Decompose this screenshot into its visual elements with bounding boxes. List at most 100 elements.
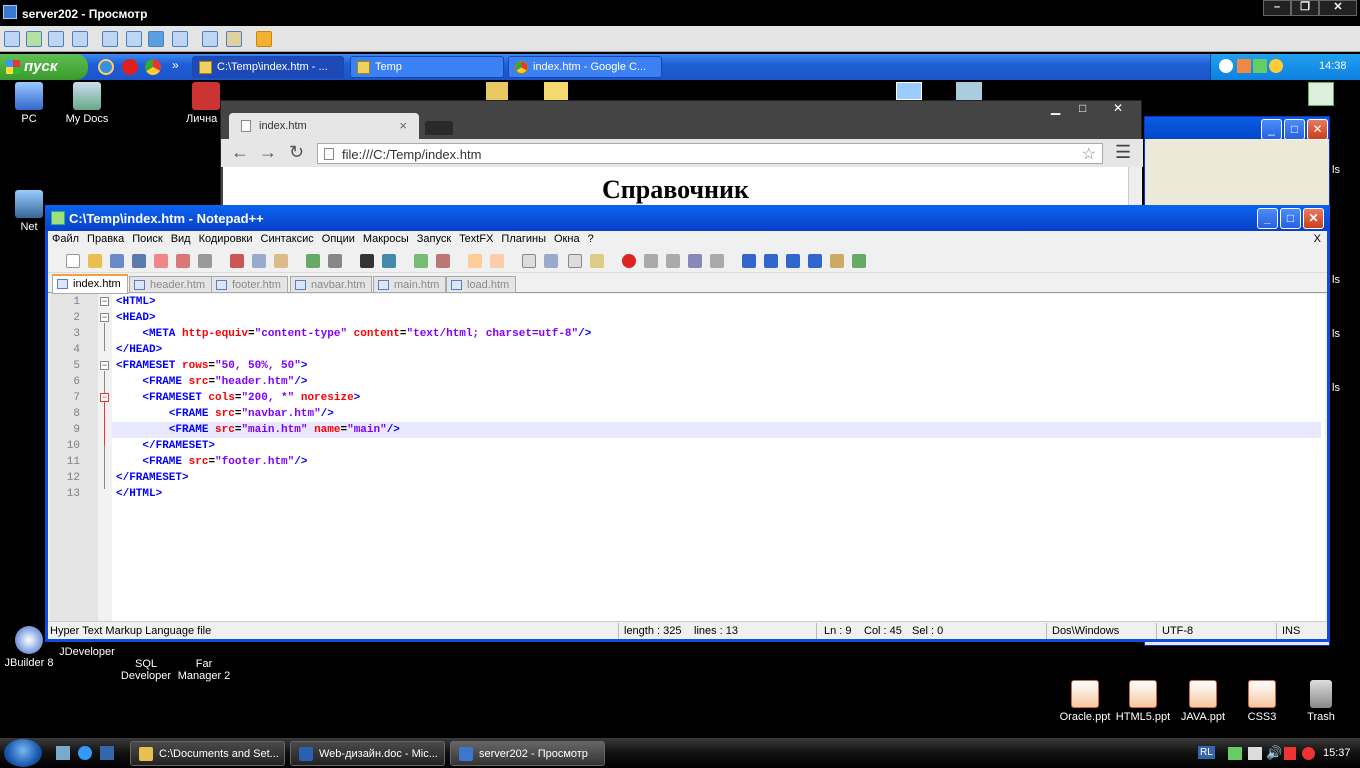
user-lang-icon[interactable]	[590, 254, 604, 268]
menu-options[interactable]: Опции	[318, 231, 359, 245]
menu-search[interactable]: Поиск	[128, 231, 166, 245]
code-editor[interactable]: 1 2 3 4 5 6 7 8 9 10 11 12 13 − − − − <HTML> <HEAD> <…	[50, 294, 1325, 621]
viewer-restore-button[interactable]: ❐	[1291, 0, 1319, 16]
tray-arrow-icon[interactable]	[1219, 59, 1233, 73]
replace-icon[interactable]	[382, 254, 396, 268]
new-folder-icon[interactable]	[544, 82, 568, 100]
menu-encoding[interactable]: Кодировки	[195, 231, 257, 245]
code-line[interactable]: <FRAMESET rows="50, 50%, 50">	[116, 358, 307, 374]
menu-plugins[interactable]: Плагины	[497, 231, 550, 245]
fullscreen-icon[interactable]	[148, 31, 164, 47]
host-task-viewer[interactable]: server202 - Просмотр	[450, 741, 605, 766]
find-icon[interactable]	[360, 254, 374, 268]
menu-close-document[interactable]: X	[1314, 233, 1321, 245]
menu-help[interactable]: ?	[584, 231, 598, 245]
code-line[interactable]: <HTML>	[116, 294, 156, 310]
code-line[interactable]: <META http-equiv="content-type" content=…	[116, 326, 591, 342]
code-line[interactable]: <FRAME src="footer.htm"/>	[116, 454, 307, 470]
monitor-icon[interactable]	[4, 31, 20, 47]
run-macro-multiple-icon[interactable]	[688, 254, 702, 268]
code-line[interactable]: <FRAME src="header.htm"/>	[116, 374, 307, 390]
redo-icon[interactable]	[328, 254, 342, 268]
desktop-icon-trash[interactable]: Trash	[1286, 680, 1356, 723]
chrome-maximize-button[interactable]: □	[1079, 101, 1086, 115]
folder-icon[interactable]	[486, 82, 508, 100]
sync-vertical-icon[interactable]	[468, 254, 482, 268]
close-file-icon[interactable]	[154, 254, 168, 268]
record-macro-icon[interactable]	[622, 254, 636, 268]
chrome-minimize-button[interactable]: ▁	[1051, 101, 1060, 115]
desktop-icon-personal[interactable]: Лична	[168, 82, 228, 125]
fold-all-icon[interactable]	[742, 254, 756, 268]
cut-icon[interactable]	[230, 254, 244, 268]
task-chrome[interactable]: index.htm - Google C...	[508, 56, 662, 78]
notepad-minimize-button[interactable]: _	[1257, 208, 1278, 229]
menu-view[interactable]: Вид	[167, 231, 195, 245]
spreadsheet-icon[interactable]	[1308, 82, 1334, 106]
forward-arrow-icon[interactable]: →	[259, 142, 277, 163]
chrome-close-button[interactable]: ✕	[1113, 101, 1123, 115]
code-line[interactable]: </FRAMESET>	[116, 438, 215, 454]
tab-footer-htm[interactable]: footer.htm	[211, 276, 288, 293]
tray-app-icon[interactable]	[1237, 59, 1251, 73]
code-area[interactable]: <HTML> <HEAD> <META http-equiv="content-t…	[112, 294, 1325, 621]
host-language-indicator[interactable]: RL	[1198, 746, 1215, 759]
zoom-out-icon[interactable]	[436, 254, 450, 268]
chrome-tab-close-icon[interactable]: ×	[399, 118, 407, 133]
connect-icon[interactable]	[26, 31, 42, 47]
tray-opera-icon[interactable]	[1302, 747, 1315, 760]
explorer-maximize-button[interactable]: □	[1284, 119, 1305, 140]
code-line[interactable]: </HTML>	[116, 486, 162, 502]
menu-edit[interactable]: Правка	[83, 231, 128, 245]
host-task-documents[interactable]: C:\Documents and Set...	[130, 741, 285, 766]
windows-orb-icon[interactable]	[4, 739, 42, 767]
start-button[interactable]: пуск	[0, 54, 88, 80]
disconnect-icon[interactable]	[256, 31, 272, 47]
host-task-word[interactable]: Web-дизайн.doc - Mic...	[290, 741, 445, 766]
tray-network-icon[interactable]	[1228, 747, 1242, 760]
code-line[interactable]: <FRAME src="navbar.htm"/>	[116, 406, 334, 422]
explorer-quicklaunch-icon[interactable]	[56, 746, 70, 760]
unfold-all-icon[interactable]	[808, 254, 822, 268]
zoom-in-icon[interactable]	[414, 254, 428, 268]
chrome-new-tab-button[interactable]	[425, 121, 453, 135]
save-icon[interactable]	[110, 254, 124, 268]
tray-display-icon[interactable]	[1248, 747, 1262, 760]
spellcheck-icon[interactable]	[852, 254, 866, 268]
phone-icon[interactable]	[48, 31, 64, 47]
notepad-maximize-button[interactable]: □	[1280, 208, 1301, 229]
show-all-chars-icon[interactable]	[544, 254, 558, 268]
desktop-icon-far-manager[interactable]: Far Manager 2	[169, 646, 239, 682]
code-line[interactable]: <FRAMESET cols="200, *" noresize>	[116, 390, 360, 406]
code-line[interactable]: </FRAMESET>	[116, 470, 189, 486]
menu-file[interactable]: Файл	[48, 231, 83, 245]
viewer-close-button[interactable]: ✕	[1319, 0, 1357, 16]
sync-horizontal-icon[interactable]	[490, 254, 504, 268]
chat-icon[interactable]	[72, 31, 88, 47]
fold-toggle-icon[interactable]: −	[100, 361, 109, 370]
menu-macros[interactable]: Макросы	[359, 231, 413, 245]
explorer-minimize-button[interactable]: _	[1261, 119, 1282, 140]
tray-chrome-icon[interactable]	[1269, 59, 1283, 73]
window-icon[interactable]	[102, 31, 118, 47]
address-bar[interactable]: file:///C:/Temp/index.htm ☆	[317, 143, 1103, 164]
paste-icon[interactable]	[274, 254, 288, 268]
reload-icon[interactable]: ↻	[289, 142, 304, 163]
viewer-minimize-button[interactable]: –	[1263, 0, 1291, 16]
desktop-quicklaunch-icon[interactable]	[100, 746, 114, 760]
save-macro-icon[interactable]	[710, 254, 724, 268]
ie-quicklaunch-icon[interactable]	[78, 746, 92, 760]
task-notepad[interactable]: C:\Temp\index.htm - ...	[192, 56, 344, 78]
copy-icon[interactable]	[252, 254, 266, 268]
fit-screen-icon[interactable]	[126, 31, 142, 47]
code-line[interactable]: <FRAME src="main.htm" name="main"/>	[112, 422, 1321, 438]
explorer-close-button[interactable]: ✕	[1307, 119, 1328, 140]
play-macro-icon[interactable]	[666, 254, 680, 268]
word-wrap-icon[interactable]	[522, 254, 536, 268]
tab-load-htm[interactable]: load.htm	[446, 276, 517, 293]
scale-icon[interactable]	[172, 31, 188, 47]
tab-header-htm[interactable]: header.htm	[129, 276, 213, 293]
menu-textfx[interactable]: TextFX	[455, 231, 497, 245]
back-arrow-icon[interactable]: ←	[231, 142, 249, 163]
tab-index-htm[interactable]: index.htm	[52, 274, 128, 294]
